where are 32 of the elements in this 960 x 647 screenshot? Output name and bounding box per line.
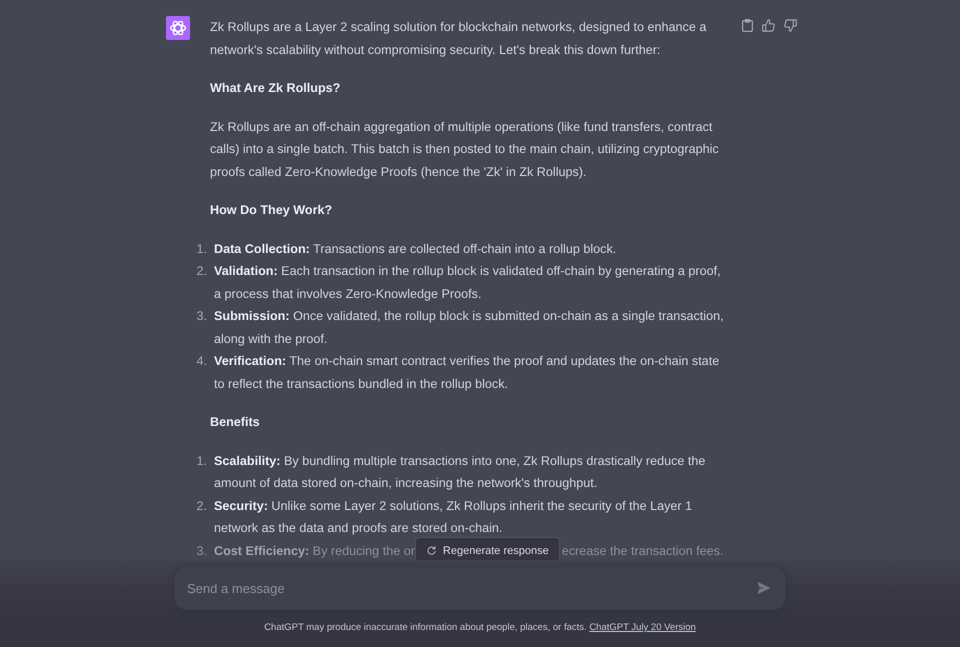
paper-plane-icon xyxy=(757,581,771,595)
list-number: 2. xyxy=(195,498,208,514)
message-composer[interactable]: Send a message xyxy=(174,566,786,610)
list-item-text: Data Collection: Transactions are collected off-chain into a rollup block. xyxy=(214,242,616,256)
thumbs-up-icon[interactable] xyxy=(762,19,775,32)
list-item-text: Security: Unlike some Layer 2 solutions, Zk Rollups inherit the security of the Layer 1 network as the data and proofs are stored on-chain. xyxy=(214,498,692,535)
list-item-text: Submission: Once validated, the rollup block is submitted on-chain as a single transaction, along with the proof. xyxy=(214,309,724,346)
section-heading: Benefits xyxy=(210,414,261,431)
list-item-text: ecrease the transaction fees. xyxy=(562,542,724,560)
list-item-text: Validation: Each transaction in the rollup block is validated off-chain by generating a proof, a process that involves Zero-Knowledge Proofs. xyxy=(214,264,721,300)
list-item-text: Verification: The on-chain smart contract verifies the proof and updates the on-chain state to reflect the transactions bundled in the rollup block. xyxy=(214,354,720,390)
list-number: 3. xyxy=(195,308,208,325)
thumbs-down-icon[interactable] xyxy=(784,19,797,32)
regenerate-button[interactable]: Regenerate response xyxy=(414,536,560,560)
refresh-icon xyxy=(426,546,436,556)
section-heading: How Do They Work? xyxy=(210,202,334,219)
atom-logo-icon xyxy=(166,16,190,40)
clipboard-icon[interactable] xyxy=(742,19,753,32)
list-item-text: Cost Efficiency: By reducing the or xyxy=(214,542,415,560)
message-paragraph: Zk Rollups are a Layer 2 scaling solution for blockchain networks, designed to enhance a network's scalability without compromising security. Let's break this down further: xyxy=(210,19,708,59)
send-button[interactable] xyxy=(757,581,771,595)
message-input-field[interactable]: Send a message xyxy=(187,577,749,599)
version-link[interactable]: ChatGPT July 20 Version xyxy=(589,622,696,633)
list-number: 1. xyxy=(195,452,208,470)
message-paragraph: Zk Rollups are an off-chain aggregation of multiple operations (like fund transfers, contract calls) into a single batch. This batch is then posted to the main chain, utilizing cryptographic proofs called Zero-Knowledge Proofs (hence the 'Zk' in Zk Rollups). xyxy=(210,118,720,181)
list-number: 2. xyxy=(195,263,208,280)
disclaimer-text: ChatGPT may produce inaccurate information about people, places, or facts. xyxy=(264,622,587,633)
list-number: 4. xyxy=(195,353,208,370)
section-heading: What Are Zk Rollups? xyxy=(210,80,342,97)
list-number: 3. xyxy=(195,542,208,560)
list-item-text: Scalability: By bundling multiple transactions into one, Zk Rollups drastically reduce the amount of data stored on-chain, increasing the network's throughput. xyxy=(214,454,706,490)
list-number: 1. xyxy=(195,240,208,258)
